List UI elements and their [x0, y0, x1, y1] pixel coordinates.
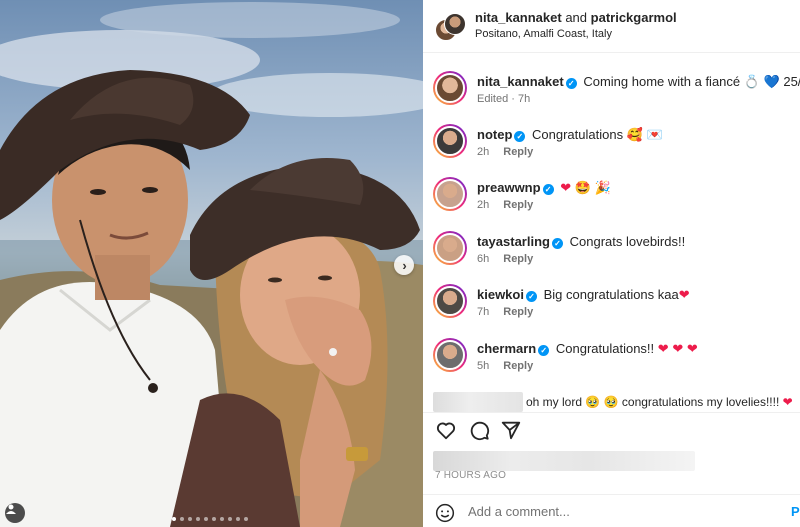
avatar[interactable] [433, 231, 467, 265]
comment-meta: 5h Reply [477, 360, 533, 372]
comment-icon[interactable] [468, 419, 490, 441]
caption-username[interactable]: nita_kannaket [477, 74, 564, 89]
comment-body: Congratulations!! ❤ ❤ ❤ [555, 341, 698, 356]
avatar[interactable] [433, 177, 467, 211]
comment-input[interactable]: Add a comment... [468, 504, 570, 519]
comment-time: 7h [477, 306, 490, 318]
header-username-2[interactable]: patrickgarmol [591, 10, 677, 25]
comment-body: Congrats lovebirds!! [569, 234, 686, 249]
comment-row: tayastarling ✓ Congrats lovebirds!! 6h Repl… [433, 231, 793, 273]
carousel-dot[interactable] [236, 517, 240, 521]
photo-illustration [0, 2, 423, 527]
comment-meta: 7h Reply [477, 306, 533, 318]
caption: nita_kannaket ✓ Coming home with a fiancé… [433, 71, 800, 111]
location-link[interactable]: Positano, Amalfi Coast, Italy [475, 28, 612, 40]
emoji-icon[interactable] [435, 503, 455, 523]
comment-meta: 6h Reply [477, 253, 533, 265]
redacted-username [433, 392, 523, 412]
post-side-panel: nita_kannaket and patrickgarmol Positano… [423, 0, 800, 527]
comment-text: kiewkoi ✓ Big congratulations kaa❤ [477, 287, 690, 303]
collab-avatars[interactable] [435, 13, 466, 41]
comment-row: chermarn ✓ Congratulations!! ❤ ❤ ❤ 5h Reply [433, 338, 793, 380]
comment-username[interactable]: kiewkoi [477, 287, 524, 302]
user-icon [6, 504, 16, 514]
post-photo[interactable]: › [0, 0, 423, 527]
avatar-image [435, 286, 465, 316]
action-bar [423, 412, 800, 445]
avatar-image [435, 233, 465, 263]
avatar-image [435, 340, 465, 370]
comment-username[interactable]: preawwnp [477, 180, 541, 195]
verified-badge-icon: ✓ [542, 184, 554, 195]
carousel-dot[interactable] [228, 517, 232, 521]
comment-row: preawwnp ✓ ❤ 🤩 🎉 2h Reply [433, 177, 793, 219]
comment-body: ❤ 🤩 🎉 [560, 180, 611, 195]
collab-names: nita_kannaket and patrickgarmol [475, 10, 677, 25]
comment-username[interactable]: chermarn [477, 341, 536, 356]
comment-meta: 2h Reply [477, 146, 533, 158]
comment-row: notep ✓ Congratulations 🥰 💌 2h Reply [433, 124, 793, 166]
comment-meta: 2h Reply [477, 199, 533, 211]
carousel-dot[interactable] [180, 517, 184, 521]
caption-meta: Edited · 7h [477, 93, 531, 105]
caption-text: nita_kannaket ✓ Coming home with a fiancé… [477, 74, 800, 90]
comment-username[interactable]: notep [477, 127, 512, 142]
comment-username[interactable]: tayastarling [477, 234, 550, 249]
comment-time: 2h [477, 199, 490, 211]
tagged-users-button[interactable] [5, 503, 25, 523]
comment-composer: Add a comment... P [423, 494, 800, 527]
likes-summary[interactable] [433, 451, 695, 471]
carousel-dot[interactable] [196, 517, 200, 521]
chevron-right-icon: › [402, 257, 407, 273]
avatar[interactable] [433, 124, 467, 158]
comment-time: 6h [477, 253, 490, 265]
comment-text: tayastarling ✓ Congrats lovebirds!! [477, 234, 685, 249]
partial-comment-text: oh my lord 🥹 🥹 congratulations my loveli… [526, 395, 793, 409]
caption-body: Coming home with a fiancé 💍 💙 25/07/25✨ [583, 74, 800, 89]
post-time-ago: 7 HOURS AGO [435, 470, 507, 481]
avatar[interactable] [433, 338, 467, 372]
heart-icon[interactable] [435, 419, 457, 441]
post-modal: › nita_kannaket and patrickgarmol Posita… [0, 0, 800, 527]
carousel-dot[interactable] [212, 517, 216, 521]
carousel-dot[interactable] [188, 517, 192, 521]
comments-list: nita_kannaket ✓ Coming home with a fiancé… [423, 53, 800, 410]
reply-button[interactable]: Reply [503, 306, 533, 318]
verified-badge-icon: ✓ [565, 78, 577, 89]
partial-comment: oh my lord 🥹 🥹 congratulations my loveli… [433, 392, 793, 412]
avatar-image [435, 179, 465, 209]
carousel-next-button[interactable]: › [394, 255, 414, 275]
comment-text: chermarn ✓ Congratulations!! ❤ ❤ ❤ [477, 341, 698, 357]
avatar[interactable] [433, 71, 467, 105]
reply-button[interactable]: Reply [503, 146, 533, 158]
comment-row: kiewkoi ✓ Big congratulations kaa❤ 7h Reply [433, 284, 793, 326]
carousel-dot[interactable] [172, 517, 176, 521]
comment-body: Congratulations 🥰 💌 [532, 127, 663, 142]
verified-badge-icon: ✓ [514, 131, 526, 142]
comment-text: notep ✓ Congratulations 🥰 💌 [477, 127, 663, 143]
share-icon[interactable] [500, 419, 522, 441]
carousel-dots [172, 517, 248, 521]
carousel-dot[interactable] [220, 517, 224, 521]
reply-button[interactable]: Reply [503, 253, 533, 265]
header-joiner: and [565, 10, 588, 25]
comment-time: 5h [477, 360, 490, 372]
avatar[interactable] [433, 284, 467, 318]
verified-badge-icon: ✓ [551, 238, 563, 249]
comment-time: 2h [477, 146, 490, 158]
comment-body: Big congratulations kaa❤ [543, 287, 690, 302]
post-header: nita_kannaket and patrickgarmol Positano… [423, 0, 800, 53]
verified-badge-icon: ✓ [538, 345, 550, 356]
reply-button[interactable]: Reply [503, 360, 533, 372]
avatar [444, 13, 466, 35]
carousel-dot[interactable] [244, 517, 248, 521]
comment-text: preawwnp ✓ ❤ 🤩 🎉 [477, 180, 611, 196]
carousel-dot[interactable] [204, 517, 208, 521]
header-username-1[interactable]: nita_kannaket [475, 10, 562, 25]
reply-button[interactable]: Reply [503, 199, 533, 211]
post-comment-button[interactable]: P [791, 504, 800, 519]
avatar-image [435, 126, 465, 156]
verified-badge-icon: ✓ [525, 291, 537, 302]
